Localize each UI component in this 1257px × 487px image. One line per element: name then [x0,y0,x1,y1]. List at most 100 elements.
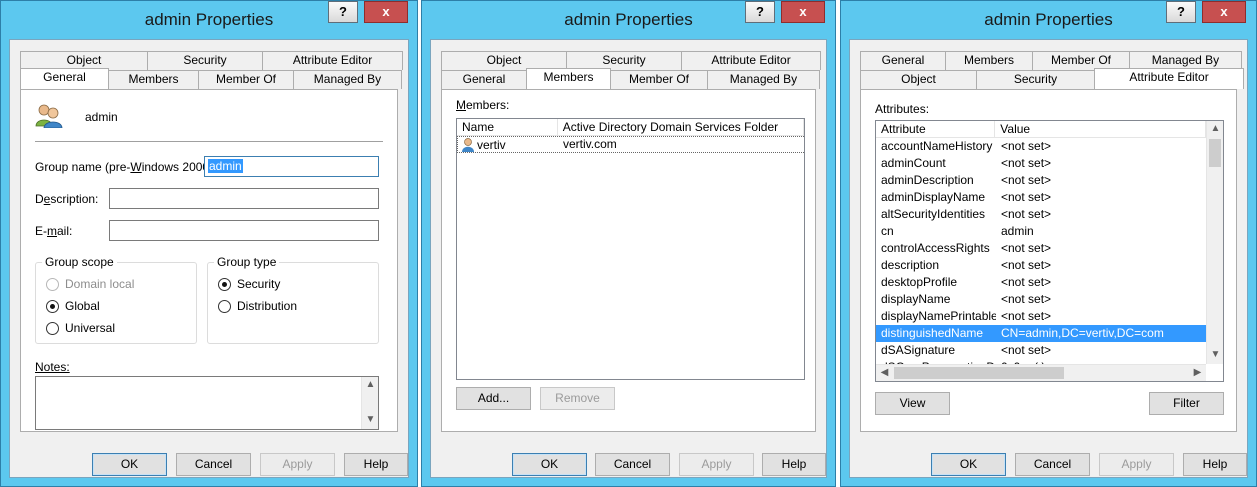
scroll-down-icon[interactable]: ▼ [1207,347,1223,364]
table-row[interactable]: adminDisplayName <not set> [876,189,1208,206]
ok-button[interactable]: OK [931,453,1006,476]
email-field[interactable] [109,220,379,241]
help-button[interactable]: Help [762,453,826,476]
tab-security[interactable]: Security [976,70,1095,89]
radio-security[interactable]: Security [218,277,280,291]
column-value[interactable]: Value [995,121,1206,138]
tab-row-front: General Members Member Of Managed By [441,68,820,89]
description-field[interactable] [109,188,379,209]
table-row[interactable]: accountNameHistory <not set> [876,138,1208,155]
tab-managed-by[interactable]: Managed By [293,70,402,89]
tab-members[interactable]: Members [526,68,611,89]
notes-scrollbar[interactable]: ▲ ▼ [361,377,378,429]
close-button[interactable]: x [1202,1,1246,23]
scroll-up-icon[interactable]: ▲ [1207,121,1223,138]
table-row[interactable]: displayNamePrintable <not set> [876,308,1208,325]
tab-attribute-editor[interactable]: Attribute Editor [681,51,821,70]
dialog-client: General Members Member Of Managed By Obj… [849,39,1248,478]
add-button[interactable]: Add... [456,387,531,410]
tab-attribute-editor[interactable]: Attribute Editor [262,51,403,70]
email-label: E-mail: [35,224,73,238]
cancel-button[interactable]: Cancel [176,453,251,476]
member-name: vertiv [477,137,506,152]
table-row[interactable]: dSASignature <not set> [876,342,1208,359]
attribute-name: controlAccessRights [881,241,990,255]
tab-attribute-editor[interactable]: Attribute Editor [1094,68,1244,89]
title-bar[interactable]: admin Properties ? x [1,1,417,39]
radio-global[interactable]: Global [46,299,100,313]
tab-members[interactable]: Members [945,51,1033,70]
radio-dot [46,321,59,335]
table-row[interactable]: description <not set> [876,257,1208,274]
filter-button[interactable]: Filter [1149,392,1224,415]
help-title-button[interactable]: ? [745,1,775,23]
tab-member-of[interactable]: Member Of [610,70,708,89]
attributes-list[interactable]: Attribute Value accountNameHistory <not s… [875,120,1224,382]
table-row[interactable]: cn admin [876,223,1208,240]
attribute-name: displayNamePrintable [881,309,996,323]
dialog-client: Object Security Attribute Editor General… [9,39,409,478]
tab-members[interactable]: Members [108,70,199,89]
group-name-field[interactable]: admin [204,156,379,177]
column-attribute[interactable]: Attribute [876,121,996,138]
tab-row-back: Object Security Attribute Editor [441,51,821,70]
tab-general[interactable]: General [441,70,527,89]
ok-button[interactable]: OK [92,453,167,476]
tab-general[interactable]: General [20,68,109,89]
apply-button[interactable]: Apply [679,453,754,476]
help-button[interactable]: Help [344,453,408,476]
radio-dot [46,277,59,291]
close-button[interactable]: x [781,1,825,23]
tab-member-of[interactable]: Member Of [198,70,294,89]
members-label: Members: [456,98,510,112]
apply-button[interactable]: Apply [1099,453,1174,476]
group-name-label: Group name (pre-Windows 2000): [35,160,217,174]
scroll-thumb[interactable] [1209,139,1221,167]
list-item[interactable]: vertiv vertiv.com [457,136,804,153]
attribute-name: accountNameHistory [881,139,993,153]
view-button[interactable]: View [875,392,950,415]
table-row[interactable]: displayName <not set> [876,291,1208,308]
list-header: Name Active Directory Domain Services Fo… [457,119,804,136]
tab-object[interactable]: Object [860,70,977,89]
ok-button[interactable]: OK [512,453,587,476]
column-name[interactable]: Name [457,119,558,136]
tab-general[interactable]: General [860,51,946,70]
scroll-up-icon[interactable]: ▲ [362,377,379,394]
title-bar[interactable]: admin Properties ? x [422,1,835,39]
attribute-name: adminDescription [881,173,974,187]
tab-managed-by[interactable]: Managed By [707,70,820,89]
table-row[interactable]: adminCount <not set> [876,155,1208,172]
cancel-button[interactable]: Cancel [1015,453,1090,476]
attribute-value: <not set> [1001,275,1052,289]
members-tab-panel: Members: Name Active Directory Domain Se… [441,89,816,432]
radio-universal[interactable]: Universal [46,321,115,335]
radio-domain-local[interactable]: Domain local [46,277,134,291]
cancel-button[interactable]: Cancel [595,453,670,476]
radio-distribution[interactable]: Distribution [218,299,297,313]
table-row[interactable]: altSecurityIdentities <not set> [876,206,1208,223]
table-row[interactable]: desktopProfile <not set> [876,274,1208,291]
table-row[interactable]: distinguishedName CN=admin,DC=vertiv,DC=c… [876,325,1208,342]
scroll-right-icon[interactable]: ▶ [1189,365,1206,381]
vertical-scrollbar[interactable]: ▲ ▼ [1206,121,1223,364]
scroll-left-icon[interactable]: ◀ [876,365,893,381]
apply-button[interactable]: Apply [260,453,335,476]
table-row[interactable]: controlAccessRights <not set> [876,240,1208,257]
members-list[interactable]: Name Active Directory Domain Services Fo… [456,118,805,380]
notes-field[interactable]: ▲ ▼ [35,376,379,430]
help-title-button[interactable]: ? [328,1,358,23]
attribute-value: admin [1001,224,1034,238]
horizontal-scrollbar[interactable]: ◀ ▶ [876,364,1206,381]
title-bar[interactable]: admin Properties ? x [841,1,1256,39]
column-folder[interactable]: Active Directory Domain Services Folder [558,119,804,136]
tab-security[interactable]: Security [147,51,263,70]
scroll-thumb[interactable] [894,367,1064,379]
help-button[interactable]: Help [1183,453,1247,476]
close-button[interactable]: x [364,1,408,23]
scroll-down-icon[interactable]: ▼ [362,412,379,429]
remove-button[interactable]: Remove [540,387,615,410]
attribute-value: <not set> [1001,139,1052,153]
table-row[interactable]: adminDescription <not set> [876,172,1208,189]
help-title-button[interactable]: ? [1166,1,1196,23]
